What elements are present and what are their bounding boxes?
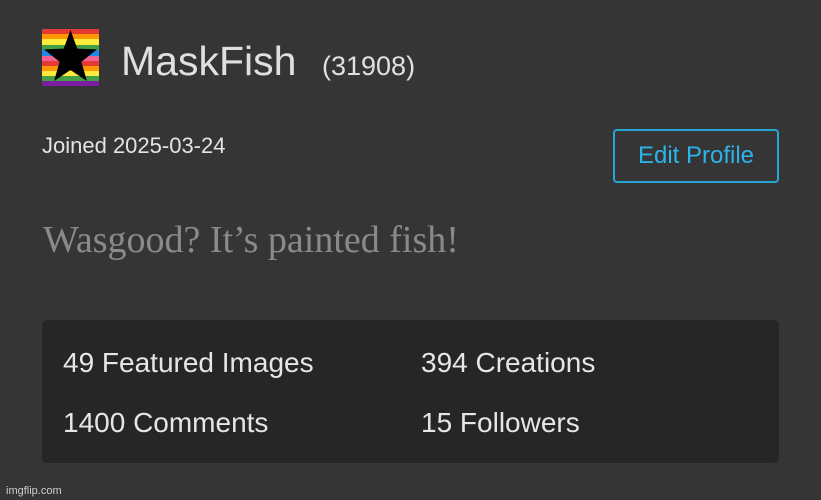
- user-score: (31908): [322, 51, 416, 81]
- stat-creations[interactable]: 394 Creations: [421, 346, 595, 380]
- username: MaskFish: [121, 38, 297, 84]
- edit-profile-button[interactable]: Edit Profile: [613, 129, 779, 183]
- profile-page: MaskFish (31908) Joined 2025-03-24 Edit …: [0, 0, 821, 500]
- stats-panel: 49 Featured Images 394 Creations 1400 Co…: [42, 320, 779, 463]
- watermark: imgflip.com: [6, 485, 62, 497]
- rainbow-star-icon: [42, 29, 99, 86]
- stat-comments[interactable]: 1400 Comments: [63, 406, 268, 440]
- joined-date: Joined 2025-03-24: [42, 133, 226, 158]
- avatar[interactable]: [42, 29, 99, 86]
- stat-followers[interactable]: 15 Followers: [421, 406, 580, 440]
- stat-featured-images[interactable]: 49 Featured Images: [63, 346, 314, 380]
- profile-bio: Wasgood? It’s painted fish!: [43, 219, 459, 261]
